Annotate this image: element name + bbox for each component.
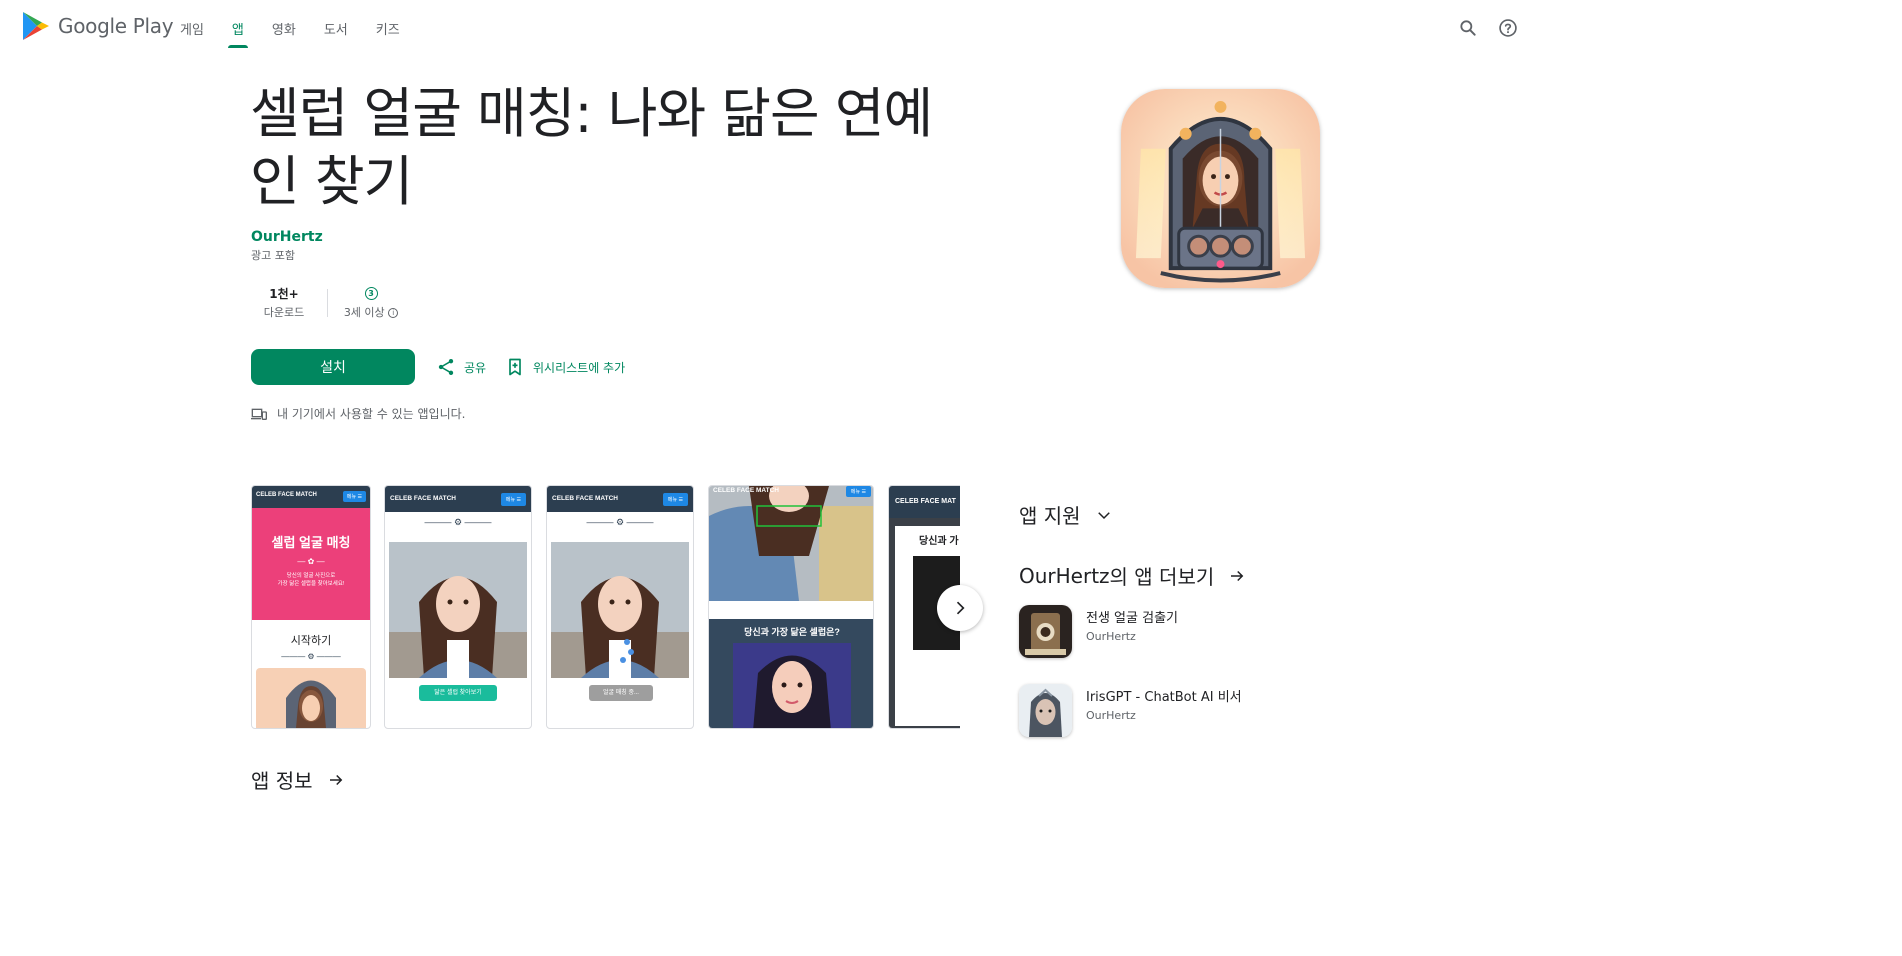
availability-text: 내 기기에서 사용할 수 있는 앱입니다. [277, 407, 466, 421]
screenshot-find-button: 닮은 셀럽 찾아보기 [419, 685, 497, 701]
arrow-right-icon [329, 774, 342, 785]
screenshot-hero-title: 셀럽 얼굴 매칭 [271, 535, 351, 550]
gear-icon: ——— ⚙ ——— [424, 517, 492, 527]
arrow-right-icon [1231, 570, 1244, 581]
more-by-developer-heading[interactable]: OurHertz 의 앱 더보기 [1019, 561, 1246, 590]
screenshot-hero-sub2: 가장 닮은 셀럽을 찾아보세요! [277, 581, 345, 587]
wishlist-label: 위시리스트에 추가 [533, 360, 626, 375]
more-by-developer-name: OurHertz [1019, 563, 1110, 588]
share-button[interactable]: 공유 [436, 357, 486, 377]
app-support-heading[interactable]: 앱 지원 [1019, 500, 1113, 529]
developer-link[interactable]: OurHertz [251, 229, 323, 245]
app-stats: 1천+ 다운로드 3 3세 이상 i [251, 285, 404, 320]
screenshot-menu-button: 메뉴 ☰ [662, 493, 688, 506]
downloads-label: 다운로드 [263, 306, 305, 319]
screenshot-line-2: 국적 [951, 698, 960, 710]
chevron-down-icon [1097, 511, 1110, 519]
more-by-developer-suffix: 의 앱 더보기 [1109, 565, 1215, 589]
app-thumbnail [1019, 605, 1072, 658]
screenshot-carousel[interactable]: CELEB FACE MATCH 메뉴 ☰ 셀럽 얼굴 매칭 — ✿ — 당신의… [251, 485, 960, 730]
stat-divider [327, 289, 328, 317]
screenshot-celeb-photo [733, 643, 851, 728]
screenshot-menu-button: 메뉴 ☰ [500, 493, 526, 506]
ads-label: 광고 포함 [251, 249, 295, 262]
tab-apps[interactable]: 앱 [227, 0, 248, 56]
app-support-label: 앱 지원 [1019, 504, 1081, 528]
downloads-value: 1천+ [269, 287, 299, 301]
screenshot-1[interactable]: CELEB FACE MATCH 메뉴 ☰ 셀럽 얼굴 매칭 — ✿ — 당신의… [251, 485, 371, 729]
screenshot-4[interactable]: CELEB FACE MATCH 메뉴 ☰ 당신과 가장 닮은 셀럽은? [708, 485, 874, 729]
app-name: 전생 얼굴 검출기 [1086, 611, 1178, 626]
chevron-right-icon [956, 601, 965, 615]
more-app-item[interactable]: IrisGPT - ChatBot AI 비서 OurHertz [1019, 684, 1242, 737]
tab-books[interactable]: 도서 [324, 0, 348, 56]
age-rating-label: 3세 이상 [343, 306, 385, 319]
google-play-logo[interactable]: Google Play [20, 10, 174, 42]
app-name: IrisGPT - ChatBot AI 비서 [1086, 690, 1242, 705]
screenshot-header-text: CELEB FACE MATCH [552, 495, 618, 502]
tab-games[interactable]: 게임 [180, 0, 204, 56]
screenshot-3[interactable]: CELEB FACE MATCH 메뉴 ☰ ——— ⚙ ——— 얼굴 매칭 중.… [546, 485, 694, 729]
screenshot-photo [389, 542, 527, 678]
search-icon[interactable] [1452, 12, 1484, 44]
app-thumbnail [1019, 684, 1072, 737]
app-icon-image [1121, 89, 1320, 288]
screenshot-hero-sub1: 당신의 얼굴 사진으로 [286, 573, 336, 579]
app-developer: OurHertz [1086, 630, 1136, 643]
logo-text: Google Play [58, 14, 174, 38]
screenshot-menu-button: 메뉴 ☰ [342, 491, 366, 502]
nav-tabs: 게임 앱 영화 도서 키즈 [180, 0, 428, 56]
app-developer: OurHertz [1086, 709, 1136, 722]
info-icon[interactable]: i [388, 308, 399, 318]
downloads-stat: 1천+ 다운로드 [251, 285, 317, 320]
screenshot-header-text: CELEB FACE MATCH [256, 492, 317, 498]
top-bar: Google Play 게임 앱 영화 도서 키즈 [0, 0, 1902, 56]
screenshot-app-art [256, 668, 366, 728]
app-info-label: 앱 정보 [251, 769, 313, 793]
share-label: 공유 [464, 360, 487, 375]
screenshot-line-1: 이 [951, 686, 960, 698]
screenshot-header-text: CELEB FACE MATCH [713, 487, 779, 494]
screenshot-result-title: 당신과 가 [919, 536, 959, 547]
screenshot-menu-button: 메뉴 ☰ [845, 486, 871, 497]
install-button[interactable]: 설치 [251, 349, 415, 385]
screenshot-line-3: 유사 [951, 710, 960, 722]
gear-icon: — ✿ — [297, 557, 325, 566]
gear-icon: ——— ⚙ ——— [586, 517, 654, 527]
screenshot-header-text: CELEB FACE MAT [895, 498, 956, 505]
age-rating-icon: 3 [364, 287, 378, 300]
tab-movies[interactable]: 영화 [272, 0, 296, 56]
carousel-next-button[interactable] [937, 585, 983, 631]
app-info-heading[interactable]: 앱 정보 [251, 765, 345, 794]
app-title: 셀럽 얼굴 매칭: 나와 닮은 연예인 찾기 [250, 82, 933, 213]
help-icon[interactable] [1492, 12, 1524, 44]
screenshot-photo [709, 486, 873, 601]
screenshot-photo [551, 542, 689, 678]
screenshot-2[interactable]: CELEB FACE MATCH 메뉴 ☰ ——— ⚙ ——— 닮은 셀럽 찾아… [384, 485, 532, 729]
devices-icon [251, 408, 267, 420]
screenshot-header-text: CELEB FACE MATCH [390, 495, 456, 502]
bookmark-add-icon [509, 358, 521, 376]
screenshot-loading-button: 얼굴 매칭 중... [589, 685, 653, 701]
age-rating-stat: 3 3세 이상 i [338, 285, 404, 320]
tab-kids[interactable]: 키즈 [376, 0, 400, 56]
wishlist-button[interactable]: 위시리스트에 추가 [505, 357, 625, 377]
share-icon [438, 359, 454, 375]
play-logo-icon [23, 12, 49, 40]
availability-note: 내 기기에서 사용할 수 있는 앱입니다. [251, 405, 466, 422]
screenshot-start-text: 시작하기 [290, 635, 332, 647]
more-app-item[interactable]: 전생 얼굴 검출기 OurHertz [1019, 605, 1178, 658]
screenshot-result-title: 당신과 가장 닮은 셀럽은? [744, 627, 840, 637]
gear-icon: ——— ⚙ ——— [281, 652, 341, 661]
